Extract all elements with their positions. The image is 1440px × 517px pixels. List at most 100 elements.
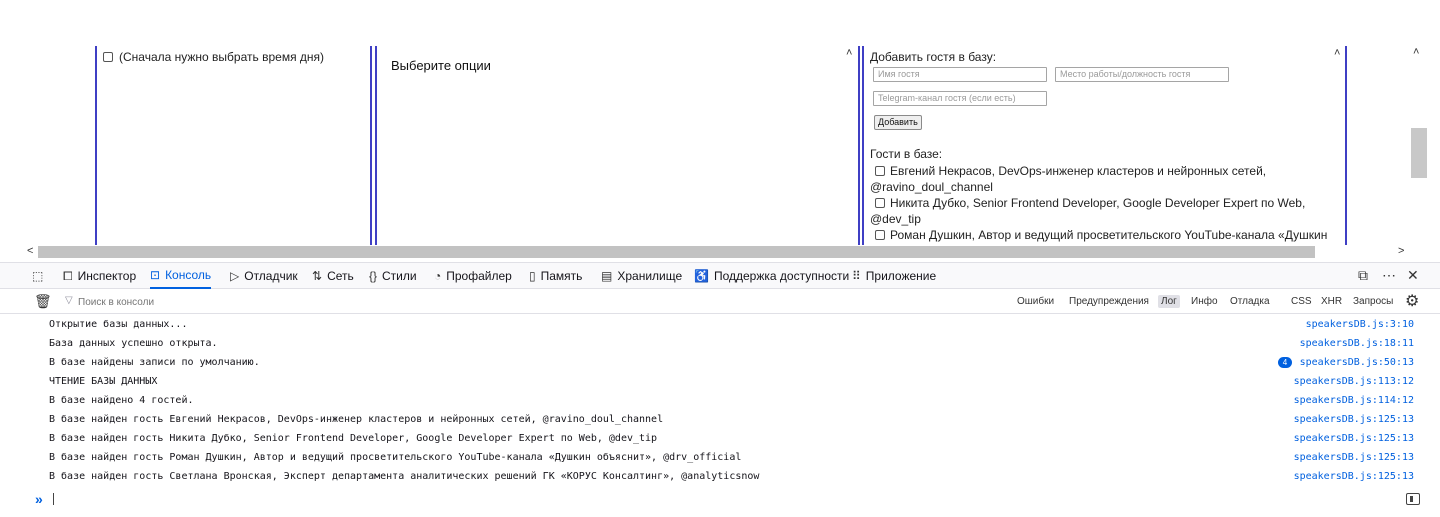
close-icon[interactable]: ✕ — [1407, 267, 1419, 284]
scroll-right-icon[interactable]: > — [1398, 245, 1404, 257]
add-guest-button[interactable]: Добавить — [874, 115, 922, 130]
tab-label: Стили — [382, 269, 417, 283]
guest-telegram-input[interactable]: Telegram-канал гостя (если есть) — [873, 91, 1047, 106]
filter-info[interactable]: Инфо — [1188, 295, 1221, 308]
guest-item[interactable]: Евгений Некрасов, DevOps-инженер кластер… — [875, 164, 1266, 178]
message-text: ЧТЕНИЕ БАЗЫ ДАННЫХ — [49, 376, 158, 387]
repeat-count-badge: 4 — [1278, 357, 1292, 368]
column-divider — [858, 46, 860, 245]
guest-job-input[interactable]: Место работы/должность гостя — [1055, 67, 1229, 82]
console-input[interactable] — [53, 493, 54, 505]
console-icon: ⊡ — [150, 268, 161, 282]
guest-item[interactable]: Роман Душкин, Автор и ведущий просветите… — [875, 228, 1327, 242]
column-scroll-up-icon[interactable]: ˄ — [1334, 48, 1340, 59]
guest-name-input[interactable]: Имя гостя — [873, 67, 1047, 82]
console-message: В базе найден гость Евгений Некрасов, De… — [0, 410, 1440, 429]
scroll-left-icon[interactable]: < — [27, 245, 33, 257]
column-scroll-up-icon[interactable]: ˄ — [846, 48, 852, 59]
checkbox[interactable] — [103, 52, 113, 62]
guest-text: Никита Дубко, Senior Frontend Developer,… — [890, 196, 1306, 210]
tab-debugger[interactable]: ▷ Отладчик — [230, 263, 298, 289]
tab-network[interactable]: ⇅ Сеть — [312, 263, 354, 289]
message-source-link[interactable]: speakersDB.js:125:13 — [1294, 429, 1414, 448]
tab-profiler[interactable]: ◔ Профайлер — [434, 263, 512, 289]
tab-label: Отладчик — [244, 269, 298, 283]
checkbox[interactable] — [875, 198, 885, 208]
column-divider — [370, 46, 372, 245]
guest-panel: Добавить гостя в базу: Имя гостя Место р… — [870, 48, 1330, 244]
column-divider — [375, 46, 377, 245]
filter-warnings[interactable]: Предупреждения — [1066, 295, 1152, 308]
tab-accessibility[interactable]: ♿ Поддержка доступности — [694, 263, 849, 289]
message-source-link[interactable]: speakersDB.js:125:13 — [1294, 448, 1414, 467]
dock-icon[interactable]: ⧉ — [1358, 267, 1368, 284]
tab-application[interactable]: ⠿ Приложение — [852, 263, 936, 289]
tab-label: Приложение — [865, 269, 937, 283]
column-divider — [862, 46, 864, 245]
devtools-toolbar: ⬚ ⧠ Инспектор ⊡ Консоль ▷ Отладчик ⇅ Сет… — [0, 263, 1440, 289]
checkbox[interactable] — [875, 230, 885, 240]
console-message: ЧТЕНИЕ БАЗЫ ДАННЫХ speakersDB.js:113:12 — [0, 372, 1440, 391]
guest-item-handle: @ravino_doul_channel — [870, 180, 993, 194]
tab-styles[interactable]: {} Стили — [369, 263, 417, 289]
tab-label: Инспектор — [77, 269, 137, 283]
message-text: В базе найден гость Никита Дубко, Senior… — [49, 433, 658, 444]
message-source-link[interactable]: speakersDB.js:3:10 — [1306, 315, 1414, 334]
console-message: В базе найдено 4 гостей. speakersDB.js:1… — [0, 391, 1440, 410]
console-message: В базе найден гость Роман Душкин, Автор … — [0, 448, 1440, 467]
filter-requests[interactable]: Запросы — [1350, 295, 1396, 308]
filter-debug[interactable]: Отладка — [1227, 295, 1273, 308]
devtools-panel: ⬚ ⧠ Инспектор ⊡ Консоль ▷ Отладчик ⇅ Сет… — [0, 262, 1440, 517]
more-options-icon[interactable]: ⋯ — [1382, 267, 1396, 284]
guest-item-handle: @dev_tip — [870, 212, 921, 226]
message-text: База данных успешно открыта. — [49, 338, 218, 349]
network-icon: ⇅ — [312, 269, 323, 283]
console-filter-input[interactable] — [62, 293, 362, 311]
console-filter-bar: 🗑 ▽ Ошибки Предупреждения Лог Инфо Отлад… — [0, 290, 1440, 314]
options-title: Выберите опции — [391, 58, 491, 73]
message-source-link[interactable]: speakersDB.js:50:13 — [1300, 353, 1414, 372]
checkbox[interactable] — [875, 166, 885, 176]
console-message: В базе найдены записи по умолчанию. 4 sp… — [0, 353, 1440, 372]
message-source-link[interactable]: speakersDB.js:18:11 — [1300, 334, 1414, 353]
console-message: База данных успешно открыта. speakersDB.… — [0, 334, 1440, 353]
console-message: В базе найден гость Никита Дубко, Senior… — [0, 429, 1440, 448]
message-source-link[interactable]: speakersDB.js:125:13 — [1294, 467, 1414, 486]
tab-memory[interactable]: ▯ Память — [529, 263, 582, 289]
split-editor-icon[interactable] — [1406, 493, 1420, 505]
filter-xhr[interactable]: XHR — [1318, 295, 1345, 308]
guest-text: Евгений Некрасов, DevOps-инженер кластер… — [890, 164, 1267, 178]
inspector-icon: ⧠ — [63, 268, 73, 283]
message-source-link[interactable]: speakersDB.js:125:13 — [1294, 410, 1414, 429]
filter-errors[interactable]: Ошибки — [1014, 295, 1057, 308]
message-source-link[interactable]: speakersDB.js:113:12 — [1294, 372, 1414, 391]
page-horizontal-scrollbar[interactable]: < > — [0, 244, 1440, 262]
tab-inspector[interactable]: ⧠ Инспектор — [63, 263, 136, 289]
web-page-viewport: ˄ ˄ (Сначала нужно выбрать время дня) Вы… — [0, 0, 1440, 262]
filter-logs[interactable]: Лог — [1158, 295, 1180, 308]
scrollbar-thumb[interactable] — [1411, 128, 1427, 178]
filter-css[interactable]: CSS — [1288, 295, 1315, 308]
scroll-up-icon[interactable]: ˄ — [1413, 46, 1419, 58]
clear-console-icon[interactable]: 🗑 — [34, 293, 52, 310]
tab-storage[interactable]: ▤ Хранилище — [601, 263, 682, 289]
element-picker-icon[interactable]: ⬚ — [32, 263, 43, 289]
console-prompt-icon: » — [35, 491, 43, 507]
message-text: В базе найден гость Евгений Некрасов, De… — [49, 414, 664, 425]
column-divider — [95, 46, 97, 245]
message-text: В базе найдено 4 гостей. — [49, 395, 194, 406]
console-message: В базе найден гость Светлана Вронская, Э… — [0, 467, 1440, 486]
message-source-link[interactable]: speakersDB.js:114:12 — [1294, 391, 1414, 410]
debugger-icon: ▷ — [230, 269, 240, 283]
tab-label: Консоль — [165, 268, 212, 282]
tab-label: Сеть — [327, 269, 354, 283]
scrollbar-thumb[interactable] — [38, 246, 1315, 258]
gear-icon[interactable]: ⚙ — [1405, 291, 1419, 311]
profiler-icon: ◔ — [434, 269, 442, 283]
storage-icon: ▤ — [601, 269, 613, 283]
page-vertical-scrollbar[interactable]: ˄ — [1403, 40, 1433, 262]
guest-item[interactable]: Никита Дубко, Senior Frontend Developer,… — [875, 196, 1305, 210]
tab-label: Поддержка доступности — [713, 269, 850, 283]
time-of-day-option[interactable]: (Сначала нужно выбрать время дня) — [103, 50, 324, 64]
tab-console[interactable]: ⊡ Консоль — [150, 263, 212, 289]
